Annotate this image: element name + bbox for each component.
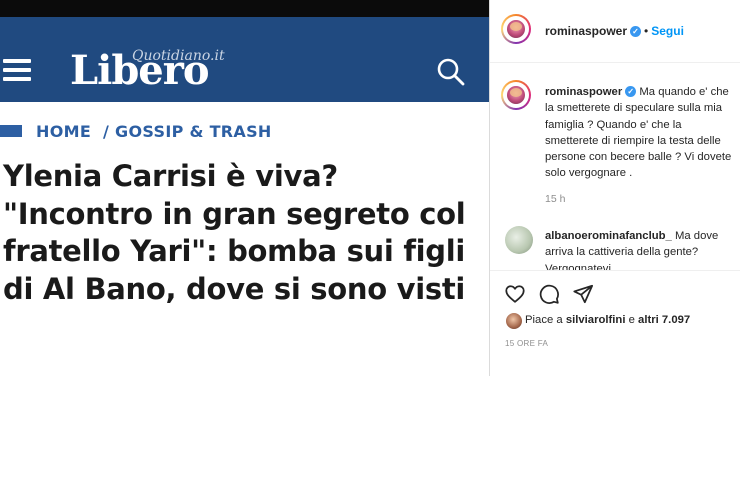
post-caption: rominaspower ✓ Ma quando e' che la smette… xyxy=(545,84,737,182)
comment-item: albanoerominafanclub_ Ma dove arriva la … xyxy=(545,228,737,270)
breadcrumb-section[interactable]: / GOSSIP & TRASH xyxy=(103,122,272,141)
separator-dot: • xyxy=(644,24,649,38)
menu-icon[interactable] xyxy=(3,59,31,81)
share-icon[interactable] xyxy=(572,283,594,305)
likes-prefix: Piace a xyxy=(525,314,563,326)
comment-username[interactable]: albanoerominafanclub_ xyxy=(545,230,672,242)
caption-text: Ma quando e' che la smetterete di specul… xyxy=(545,86,732,180)
post-time: 15 ORE FA xyxy=(505,339,549,348)
post-header: rominaspower ✓ • Segui xyxy=(490,0,740,63)
likes-summary: Piace a silviarolfini e altri 7.097 xyxy=(525,314,690,326)
site-header: Quotidiano.it Libero xyxy=(0,17,489,102)
article-screenshot: Quotidiano.it Libero HOME / GOSSIP & TRA… xyxy=(0,0,489,480)
breadcrumb-home[interactable]: HOME xyxy=(36,122,91,141)
comment-icon[interactable] xyxy=(538,283,560,305)
top-strip xyxy=(0,0,489,17)
breadcrumb: HOME / GOSSIP & TRASH xyxy=(0,121,272,141)
caption-time: 15 h xyxy=(545,193,566,205)
post-actions: Piace a silviarolfini e altri 7.097 15 O… xyxy=(490,270,740,376)
likes-count[interactable]: altri 7.097 xyxy=(638,314,690,326)
liker-avatar[interactable] xyxy=(505,312,523,330)
caption-username[interactable]: rominaspower xyxy=(545,86,622,98)
header-line: rominaspower ✓ • Segui xyxy=(545,22,684,40)
avatar[interactable] xyxy=(501,14,531,44)
instagram-panel: rominaspower ✓ • Segui rominaspower ✓ Ma qua… xyxy=(489,0,740,376)
site-logo[interactable]: Quotidiano.it Libero xyxy=(70,47,230,95)
verified-icon: ✓ xyxy=(630,26,642,37)
comments-list[interactable]: albanoerominafanclub_ Ma dove arriva la … xyxy=(490,220,740,270)
header-username[interactable]: rominaspower xyxy=(545,24,627,38)
likes-middle: e xyxy=(628,314,635,326)
breadcrumb-marker xyxy=(0,125,22,137)
likes-user[interactable]: silviarolfini xyxy=(566,314,626,326)
comment-avatar[interactable] xyxy=(505,226,533,254)
follow-button[interactable]: Segui xyxy=(651,24,684,38)
verified-icon: ✓ xyxy=(625,86,637,97)
search-icon[interactable] xyxy=(436,57,466,87)
caption-avatar[interactable] xyxy=(501,80,531,110)
article-headline: Ylenia Carrisi è viva? "Incontro in gran… xyxy=(3,159,466,306)
logo-title: Libero xyxy=(70,47,209,94)
heart-icon[interactable] xyxy=(504,283,526,305)
